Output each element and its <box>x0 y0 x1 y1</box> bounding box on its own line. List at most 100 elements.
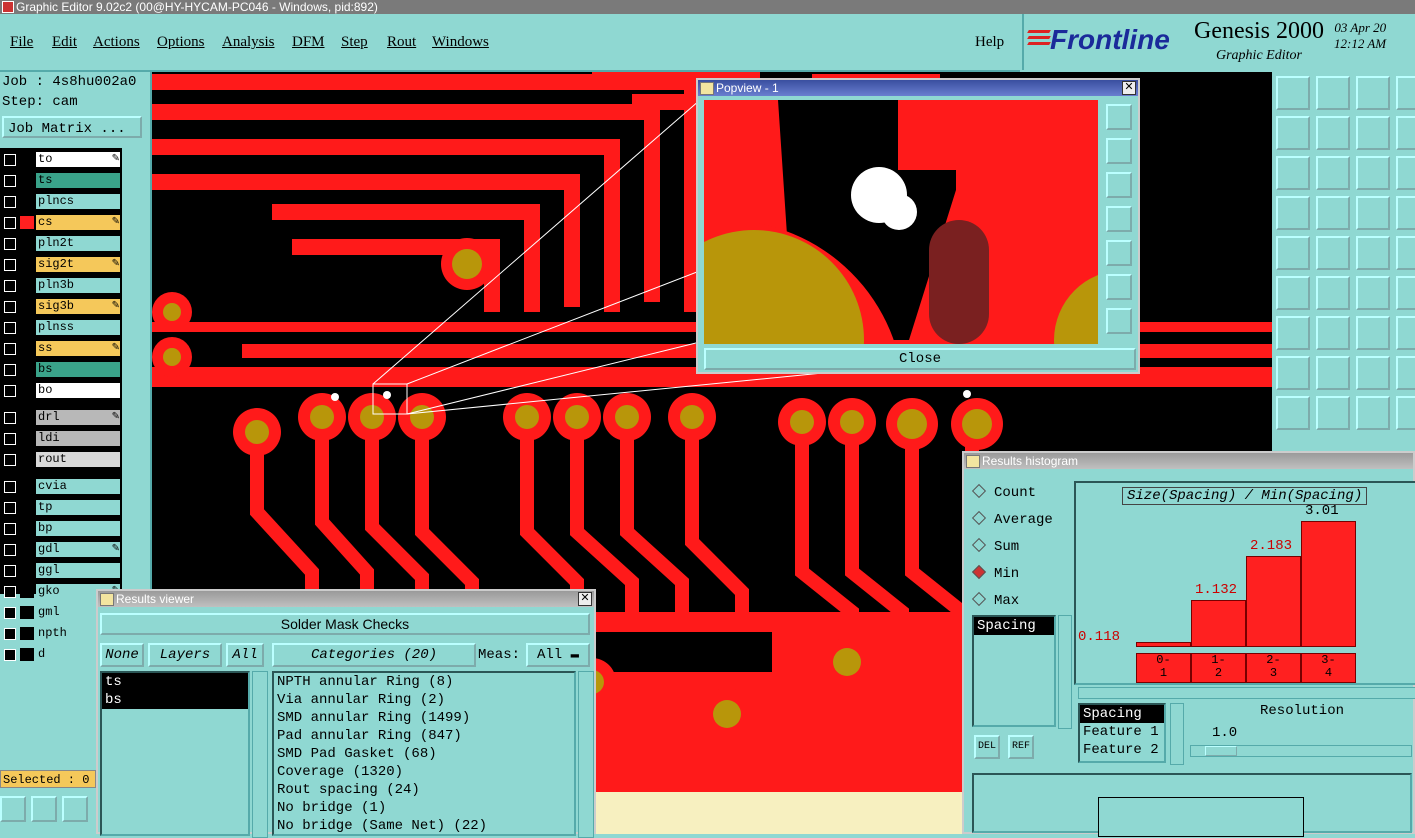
metric-list[interactable]: Spacing <box>972 615 1056 727</box>
layers-button[interactable]: Layers <box>148 643 222 667</box>
bin-label[interactable]: 0- 1 <box>1136 653 1191 683</box>
layer-color-swatch[interactable] <box>20 453 34 466</box>
layer-name[interactable]: cvia <box>36 479 120 494</box>
layer-row-rout[interactable]: rout <box>2 452 120 467</box>
histogram-bar[interactable] <box>1246 556 1301 647</box>
layer-color-swatch[interactable] <box>20 543 34 556</box>
tool-button[interactable] <box>1356 276 1390 310</box>
results-layer-item[interactable]: bs <box>102 691 248 709</box>
tool-button[interactable] <box>1356 196 1390 230</box>
grid-tool-button[interactable] <box>62 796 88 822</box>
metric-item[interactable]: Spacing <box>974 617 1054 635</box>
resolution-slider[interactable] <box>1190 745 1412 757</box>
layer-name[interactable]: bo <box>36 383 120 398</box>
layer-row-ss[interactable]: ss ✎ <box>2 341 120 356</box>
category-item[interactable]: No bridge (Same Net) (22) <box>274 817 574 834</box>
tool-button[interactable] <box>1316 276 1350 310</box>
layer-row-cs[interactable]: cs ✎ <box>2 215 120 230</box>
popview-close-button[interactable]: Close <box>704 348 1136 370</box>
layer-name[interactable]: ss ✎ <box>36 341 120 356</box>
radio-sum[interactable]: Sum <box>971 537 1019 555</box>
layer-list-scrollbar[interactable] <box>252 671 268 838</box>
results-layer-item[interactable]: ts <box>102 673 248 691</box>
tool-button[interactable] <box>1316 356 1350 390</box>
category-item[interactable]: Pad annular Ring (847) <box>274 727 574 745</box>
menu-dfm[interactable]: DFM <box>292 34 325 51</box>
tool-button[interactable] <box>1356 76 1390 110</box>
category-item[interactable]: Rout spacing (24) <box>274 781 574 799</box>
feature-field-item[interactable]: Feature 1 <box>1080 723 1164 741</box>
histogram-bar[interactable] <box>1301 521 1356 647</box>
menu-file[interactable]: File <box>10 34 33 51</box>
tool-button[interactable] <box>1396 396 1415 430</box>
layer-color-swatch[interactable] <box>20 153 34 166</box>
layer-row-gdl[interactable]: gdl ✎ <box>2 542 120 557</box>
layer-checkbox[interactable] <box>4 586 16 598</box>
layer-row-bo[interactable]: bo <box>2 383 120 398</box>
meas-select[interactable]: All ▬ <box>526 643 590 667</box>
tool-button[interactable] <box>1276 356 1310 390</box>
layer-row-pln2t[interactable]: pln2t <box>2 236 120 251</box>
layer-row-ts[interactable]: ts <box>2 173 120 188</box>
layer-color-swatch[interactable] <box>20 279 34 292</box>
tool-button[interactable] <box>1396 156 1415 190</box>
layer-name[interactable]: gdl ✎ <box>36 542 120 557</box>
histogram-bar[interactable] <box>1136 642 1191 647</box>
layer-name[interactable]: plncs <box>36 194 120 209</box>
layer-color-swatch[interactable] <box>20 384 34 397</box>
layer-name[interactable]: rout <box>36 452 120 467</box>
menu-options[interactable]: Options <box>157 34 205 51</box>
menu-edit[interactable]: Edit <box>52 34 77 51</box>
layer-checkbox[interactable] <box>4 607 16 619</box>
layer-color-swatch[interactable] <box>20 321 34 334</box>
bin-label[interactable]: 1- 2 <box>1191 653 1246 683</box>
layer-color-swatch[interactable] <box>20 195 34 208</box>
layer-row-sig2t[interactable]: sig2t ✎ <box>2 257 120 272</box>
layer-checkbox[interactable] <box>4 175 16 187</box>
tool-button[interactable] <box>1356 156 1390 190</box>
bin-label[interactable]: 2- 3 <box>1246 653 1301 683</box>
layer-color-swatch[interactable] <box>20 501 34 514</box>
tool-button[interactable] <box>1356 236 1390 270</box>
layer-checkbox[interactable] <box>4 343 16 355</box>
layer-name[interactable]: plnss <box>36 320 120 335</box>
layer-row-to[interactable]: to ✎ <box>2 152 120 167</box>
all-button[interactable]: All <box>226 643 264 667</box>
layer-checkbox[interactable] <box>4 322 16 334</box>
tool-button[interactable] <box>1356 396 1390 430</box>
tool-button[interactable] <box>1396 236 1415 270</box>
category-item[interactable]: SMD Pad Gasket (68) <box>274 745 574 763</box>
layer-color-swatch[interactable] <box>20 363 34 376</box>
layer-checkbox[interactable] <box>4 217 16 229</box>
layer-color-swatch[interactable] <box>20 216 34 229</box>
job-matrix-button[interactable]: Job Matrix ... <box>2 116 142 138</box>
layer-row-tp[interactable]: tp <box>2 500 120 515</box>
tool-button[interactable] <box>1356 356 1390 390</box>
tool-button[interactable] <box>1356 316 1390 350</box>
layer-checkbox[interactable] <box>4 154 16 166</box>
layer-row-cvia[interactable]: cvia <box>2 479 120 494</box>
results-viewer-close-icon[interactable]: ✕ <box>578 592 592 606</box>
layer-checkbox[interactable] <box>4 433 16 445</box>
category-item[interactable]: Via annular Ring (2) <box>274 691 574 709</box>
layer-color-swatch[interactable] <box>20 606 34 619</box>
layer-name[interactable]: ts <box>36 173 120 188</box>
results-category-list[interactable]: NPTH annular Ring (8) Via annular Ring (2… <box>272 671 576 836</box>
none-button[interactable]: None <box>100 643 144 667</box>
tool-button[interactable] <box>1276 196 1310 230</box>
layer-name[interactable]: drl ✎ <box>36 410 120 425</box>
menu-windows[interactable]: Windows <box>432 34 489 51</box>
layer-checkbox[interactable] <box>4 502 16 514</box>
feature-field-item[interactable]: Feature 2 <box>1080 741 1164 759</box>
layer-color-swatch[interactable] <box>20 174 34 187</box>
layer-name[interactable]: sig3b ✎ <box>36 299 120 314</box>
feature-field-item[interactable]: Spacing <box>1080 705 1164 723</box>
layer-name[interactable]: bp <box>36 521 120 536</box>
tool-button[interactable] <box>1276 276 1310 310</box>
popview-pan-down-button[interactable] <box>1106 172 1132 198</box>
categories-button[interactable]: Categories (20) <box>272 643 476 667</box>
layer-row-drl[interactable]: drl ✎ <box>2 410 120 425</box>
layer-row-bs[interactable]: bs <box>2 362 120 377</box>
layer-color-swatch[interactable] <box>20 258 34 271</box>
layer-color-swatch[interactable] <box>20 237 34 250</box>
